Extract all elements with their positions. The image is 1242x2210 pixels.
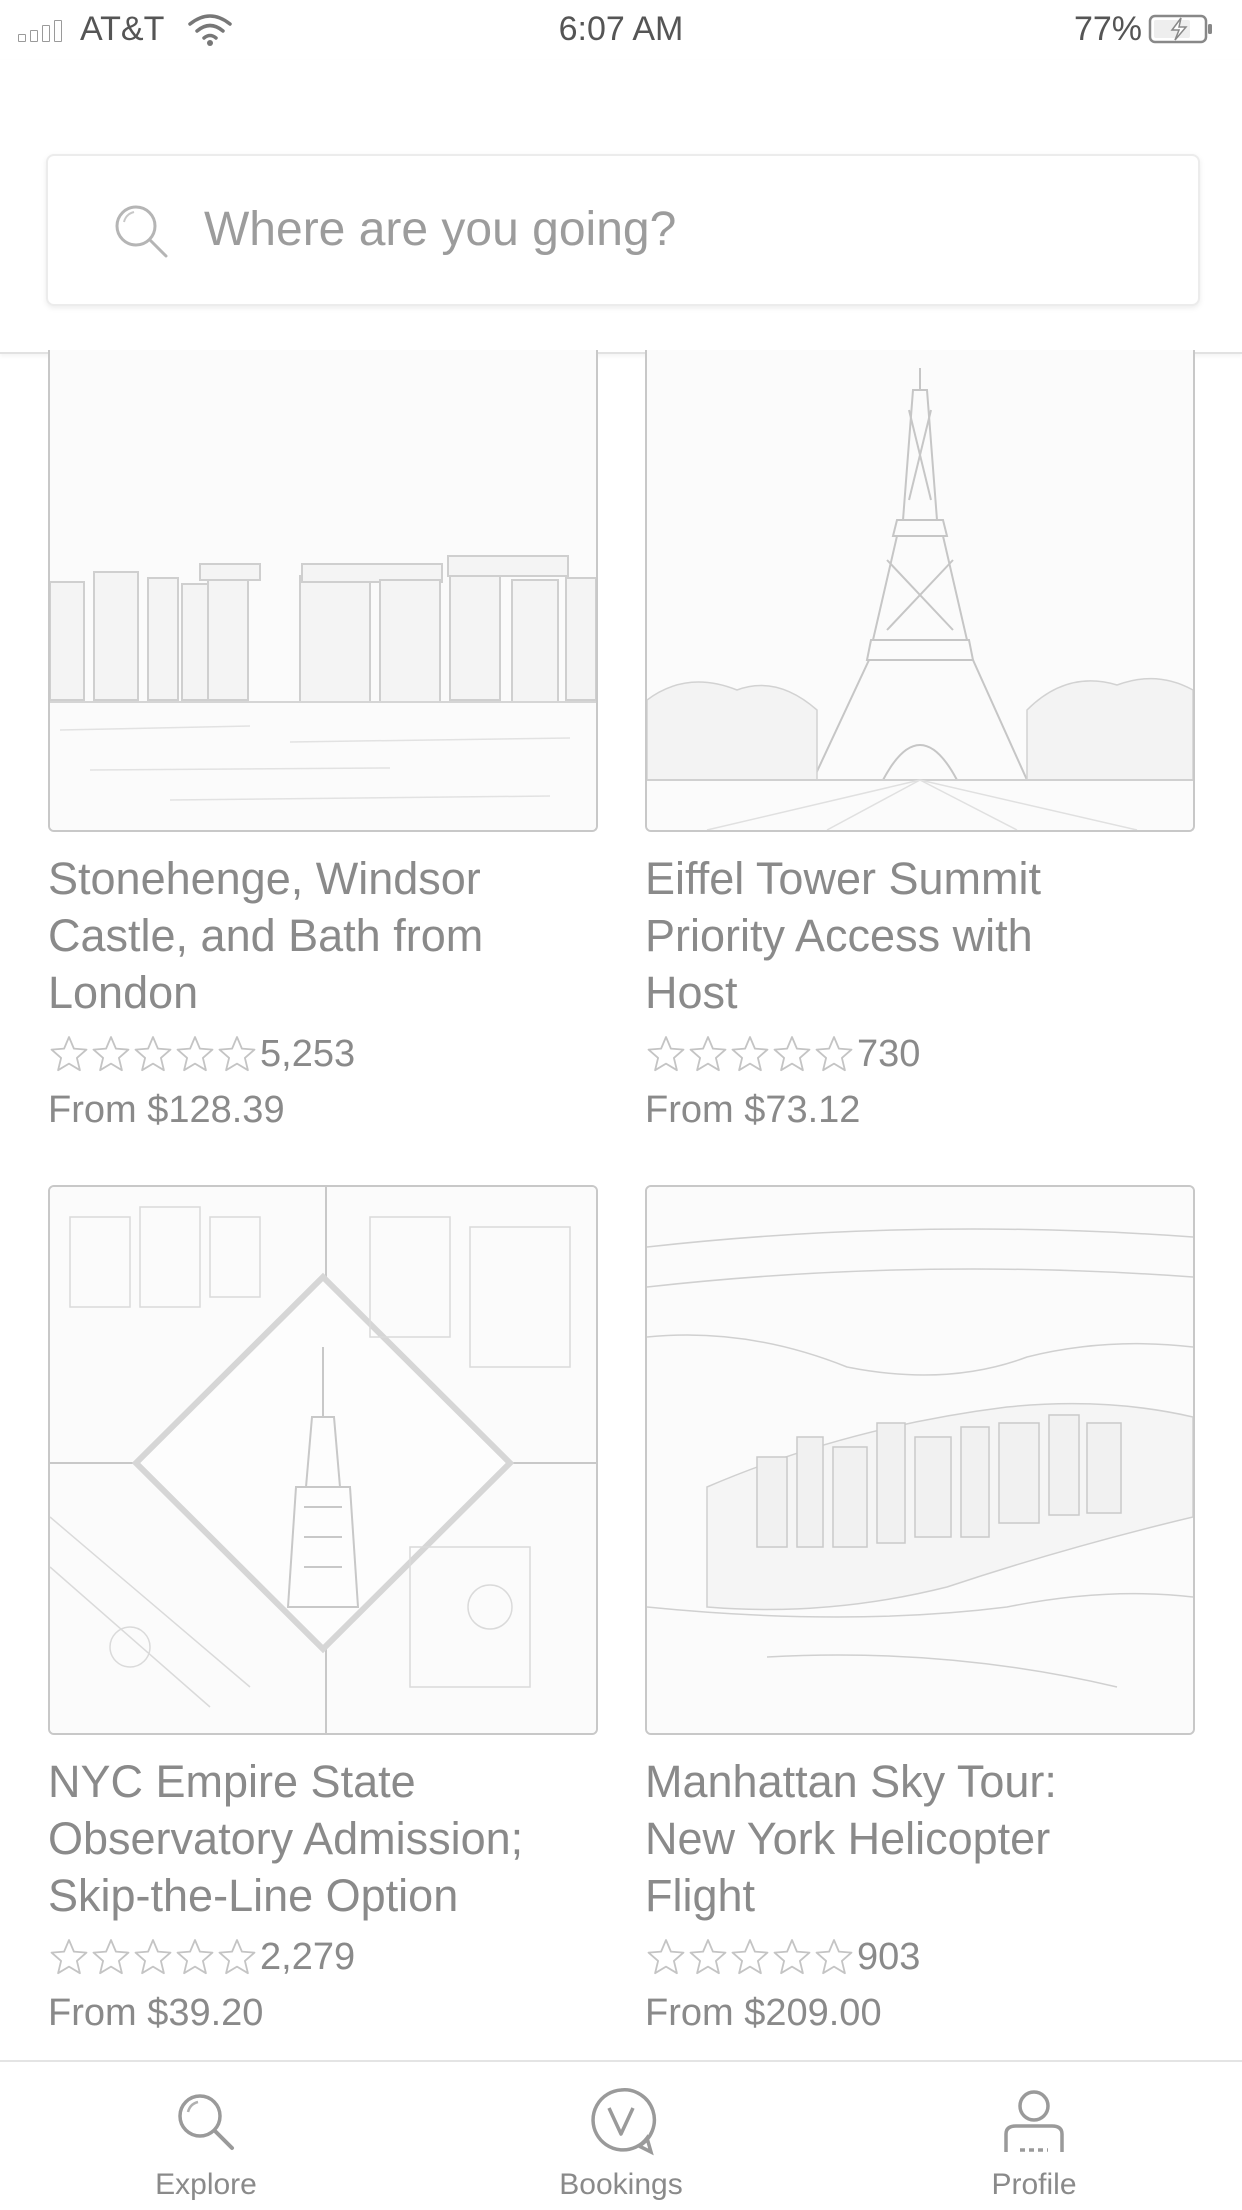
star-icon [174,1033,216,1075]
star-icon [174,1936,216,1978]
tab-bookings[interactable]: Bookings [491,2062,751,2210]
tab-label: Explore [155,2168,257,2201]
search-icon [115,205,168,258]
battery-percent: 77% [1073,10,1142,48]
search-bar[interactable] [46,154,1200,306]
tour-image-empire-state[interactable] [48,1185,598,1735]
tour-title[interactable]: Manhattan Sky Tour: New York Helicopter … [645,1753,1195,1924]
star-icon [687,1033,729,1075]
star-icon [132,1936,174,1978]
tour-card[interactable]: Eiffel Tower Summit Priority Access with… [645,350,1195,1132]
star-icon [771,1936,813,1978]
search-input[interactable] [204,194,1144,264]
star-icon [771,1033,813,1075]
star-icon [729,1033,771,1075]
tab-profile[interactable]: Profile [904,2062,1164,2210]
tour-price: From $39.20 [48,1992,264,2034]
star-icon [132,1033,174,1075]
star-icon [48,1936,90,1978]
review-count: 2,279 [260,1935,356,1978]
tour-card[interactable]: Stonehenge, Windsor Castle, and Bath fro… [48,350,598,1132]
star-icon [216,1033,258,1075]
tour-title-line: Stonehenge, Windsor [48,853,481,904]
tour-title[interactable]: Stonehenge, Windsor Castle, and Bath fro… [48,850,598,1021]
tour-title-line: New York Helicopter [645,1813,1051,1864]
rating-row: 2,279 [48,1932,598,1982]
tour-price: From $73.12 [645,1089,861,1131]
battery-charging-icon [1148,14,1212,44]
star-icon [645,1033,687,1075]
clock: 6:07 AM [558,10,684,48]
star-icon [813,1033,855,1075]
rating-row: 730 [645,1029,1195,1079]
bookings-v-icon [591,2088,657,2156]
tour-title-line: Manhattan Sky Tour: [645,1756,1057,1807]
tour-title[interactable]: NYC Empire State Observatory Admission; … [48,1753,598,1924]
rating-stars [645,1936,855,1978]
review-count: 5,253 [260,1032,356,1075]
rating-stars [48,1936,258,1978]
search-header [0,60,1242,354]
tour-image-stonehenge[interactable] [48,350,598,832]
tour-title[interactable]: Eiffel Tower Summit Priority Access with… [645,850,1195,1021]
star-icon [729,1936,771,1978]
star-icon [216,1936,258,1978]
tab-bar: Explore Bookings Profile [0,2060,1242,2210]
tab-explore[interactable]: Explore [76,2062,336,2210]
star-icon [813,1936,855,1978]
tour-title-line: Skip-the-Line Option [48,1870,459,1921]
tour-title-line: Observatory Admission; [48,1813,524,1864]
review-count: 903 [857,1935,921,1978]
rating-row: 903 [645,1932,1195,1982]
tour-card[interactable]: Manhattan Sky Tour: New York Helicopter … [645,1185,1195,2035]
star-icon [48,1033,90,1075]
status-bar: AT&T 6:07 AM 77% [0,0,1242,60]
tour-title-line: Eiffel Tower Summit [645,853,1041,904]
tour-price: From $209.00 [645,1992,882,2034]
search-icon [178,2094,234,2150]
tour-title-line: London [48,967,199,1018]
tab-label: Bookings [559,2168,683,2201]
tab-label: Profile [991,2168,1077,2201]
tour-title-line: Castle, and Bath from [48,910,484,961]
tour-price: From $128.39 [48,1089,285,1131]
star-icon [645,1936,687,1978]
tour-title-line: NYC Empire State [48,1756,416,1807]
star-icon [90,1936,132,1978]
review-count: 730 [857,1032,921,1075]
rating-stars [48,1033,258,1075]
tour-title-line: Priority Access with [645,910,1033,961]
profile-icon [1004,2090,1064,2152]
star-icon [687,1936,729,1978]
tour-image-eiffel-tower[interactable] [645,350,1195,832]
star-icon [90,1033,132,1075]
rating-stars [645,1033,855,1075]
tour-title-line: Flight [645,1870,756,1921]
rating-row: 5,253 [48,1029,598,1079]
tour-card[interactable]: NYC Empire State Observatory Admission; … [48,1185,598,2035]
tour-title-line: Host [645,967,738,1018]
tour-image-manhattan[interactable] [645,1185,1195,1735]
